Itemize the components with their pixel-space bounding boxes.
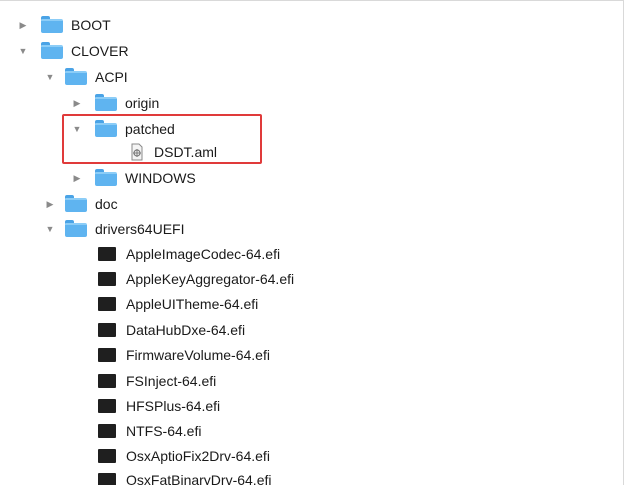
tree-row-acpi[interactable]: ▼ ACPI (0, 64, 623, 89)
executable-icon (98, 347, 116, 362)
disclosure-triangle-icon[interactable]: ▶ (72, 173, 82, 183)
executable-icon (98, 322, 116, 337)
tree-row-origin[interactable]: ▶ origin (0, 90, 623, 115)
disclosure-triangle-icon[interactable]: ▶ (45, 199, 55, 209)
tree-row-efi-file[interactable]: FirmwareVolume-64.efi (0, 342, 623, 367)
tree-row-efi-file[interactable]: OsxFatBinaryDrv-64.efi (0, 467, 623, 485)
folder-icon (65, 68, 87, 85)
tree-item-label: NTFS-64.efi (126, 422, 202, 439)
executable-icon (98, 472, 116, 485)
tree-row-efi-file[interactable]: OsxAptioFix2Drv-64.efi (0, 443, 623, 468)
tree-item-label: FSInject-64.efi (126, 372, 217, 389)
tree-item-label: CLOVER (71, 42, 129, 59)
executable-icon (98, 246, 116, 261)
tree-item-label: HFSPlus-64.efi (126, 397, 221, 414)
tree-row-efi-file[interactable]: FSInject-64.efi (0, 368, 623, 393)
executable-icon (98, 373, 116, 388)
finder-file-tree: ▶ BOOT ▼ CLOVER ▼ ACPI ▶ origin ▼ patche… (0, 0, 624, 485)
tree-item-label: DataHubDxe-64.efi (126, 321, 246, 338)
tree-item-label: WINDOWS (125, 169, 196, 186)
disclosure-triangle-icon[interactable]: ▼ (18, 46, 28, 56)
tree-item-label: doc (95, 195, 118, 212)
tree-item-label: OsxFatBinaryDrv-64.efi (126, 471, 272, 485)
tree-row-boot[interactable]: ▶ BOOT (0, 12, 623, 37)
tree-row-efi-file[interactable]: AppleKeyAggregator-64.efi (0, 266, 623, 291)
tree-item-label: AppleUITheme-64.efi (126, 295, 259, 312)
folder-icon (95, 94, 117, 111)
tree-row-windows[interactable]: ▶ WINDOWS (0, 165, 623, 190)
tree-item-label: FirmwareVolume-64.efi (126, 346, 270, 363)
tree-row-efi-file[interactable]: NTFS-64.efi (0, 418, 623, 443)
tree-row-drivers64uefi[interactable]: ▼ drivers64UEFI (0, 216, 623, 241)
tree-item-label: BOOT (71, 16, 111, 33)
executable-icon (98, 296, 116, 311)
folder-icon (41, 42, 63, 59)
tree-item-label: AppleImageCodec-64.efi (126, 245, 281, 262)
highlight-box (62, 114, 262, 164)
disclosure-triangle-icon[interactable]: ▼ (45, 72, 55, 82)
executable-icon (98, 448, 116, 463)
executable-icon (98, 271, 116, 286)
disclosure-triangle-icon[interactable]: ▶ (72, 98, 82, 108)
executable-icon (98, 423, 116, 438)
tree-item-label: AppleKeyAggregator-64.efi (126, 270, 295, 287)
tree-row-doc[interactable]: ▶ doc (0, 191, 623, 216)
tree-item-label: ACPI (95, 68, 128, 85)
tree-row-efi-file[interactable]: AppleUITheme-64.efi (0, 291, 623, 316)
folder-icon (65, 220, 87, 237)
folder-icon (41, 16, 63, 33)
tree-row-clover[interactable]: ▼ CLOVER (0, 38, 623, 63)
tree-item-label: origin (125, 94, 160, 111)
tree-row-efi-file[interactable]: AppleImageCodec-64.efi (0, 241, 623, 266)
folder-icon (95, 169, 117, 186)
disclosure-triangle-icon[interactable]: ▶ (18, 20, 28, 30)
disclosure-triangle-icon[interactable]: ▼ (45, 224, 55, 234)
executable-icon (98, 398, 116, 413)
folder-icon (65, 195, 87, 212)
tree-row-efi-file[interactable]: HFSPlus-64.efi (0, 393, 623, 418)
tree-item-label: drivers64UEFI (95, 220, 185, 237)
tree-item-label: OsxAptioFix2Drv-64.efi (126, 447, 270, 464)
tree-row-efi-file[interactable]: DataHubDxe-64.efi (0, 317, 623, 342)
